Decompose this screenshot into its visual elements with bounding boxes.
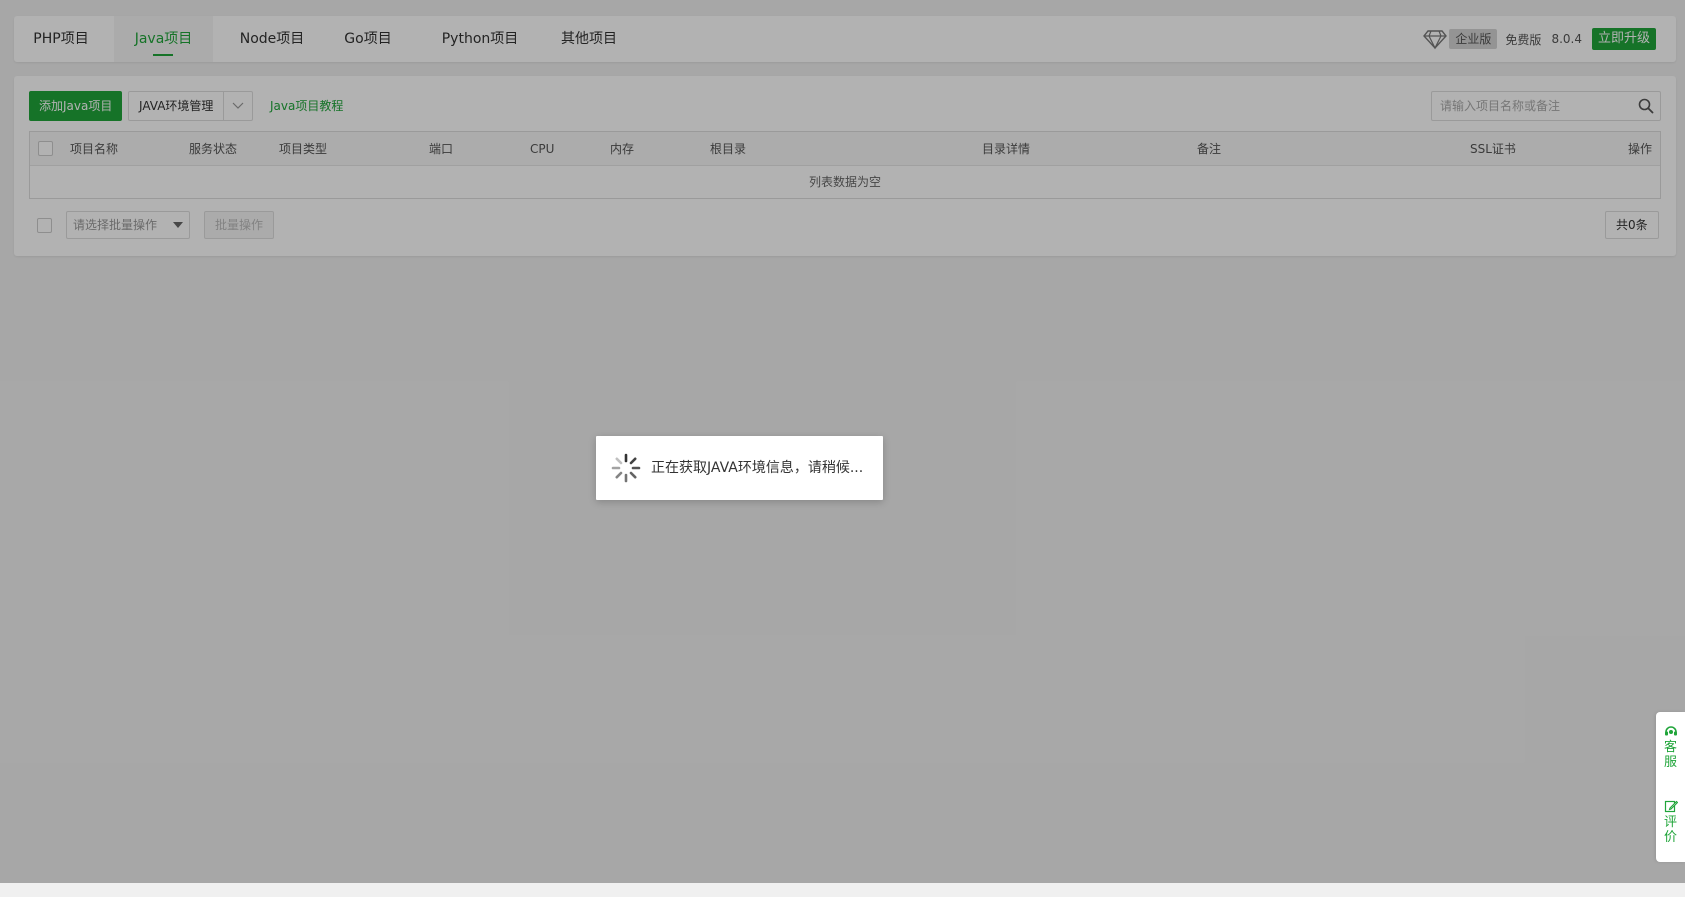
headset-icon: [1664, 726, 1677, 736]
side-text: 服: [1663, 755, 1677, 770]
loading-dialog: 正在获取JAVA环境信息，请稍候...: [596, 436, 883, 500]
loading-spinner-icon: [611, 453, 641, 483]
side-text: 客: [1663, 740, 1677, 755]
loading-message: 正在获取JAVA环境信息，请稍候...: [651, 460, 864, 476]
review-button[interactable]: 评 价: [1656, 799, 1685, 845]
side-text: 价: [1663, 830, 1677, 845]
page: PHP项目 Java项目 Node项目 Go项目 Python项目 其他项目 企…: [0, 0, 1685, 897]
side-floating-toolbar: 客 服 评 价: [1656, 712, 1685, 862]
bottom-strip: [0, 883, 1685, 897]
customer-service-button[interactable]: 客 服: [1656, 724, 1685, 770]
edit-icon: [1664, 800, 1678, 813]
side-text: 评: [1663, 815, 1677, 830]
